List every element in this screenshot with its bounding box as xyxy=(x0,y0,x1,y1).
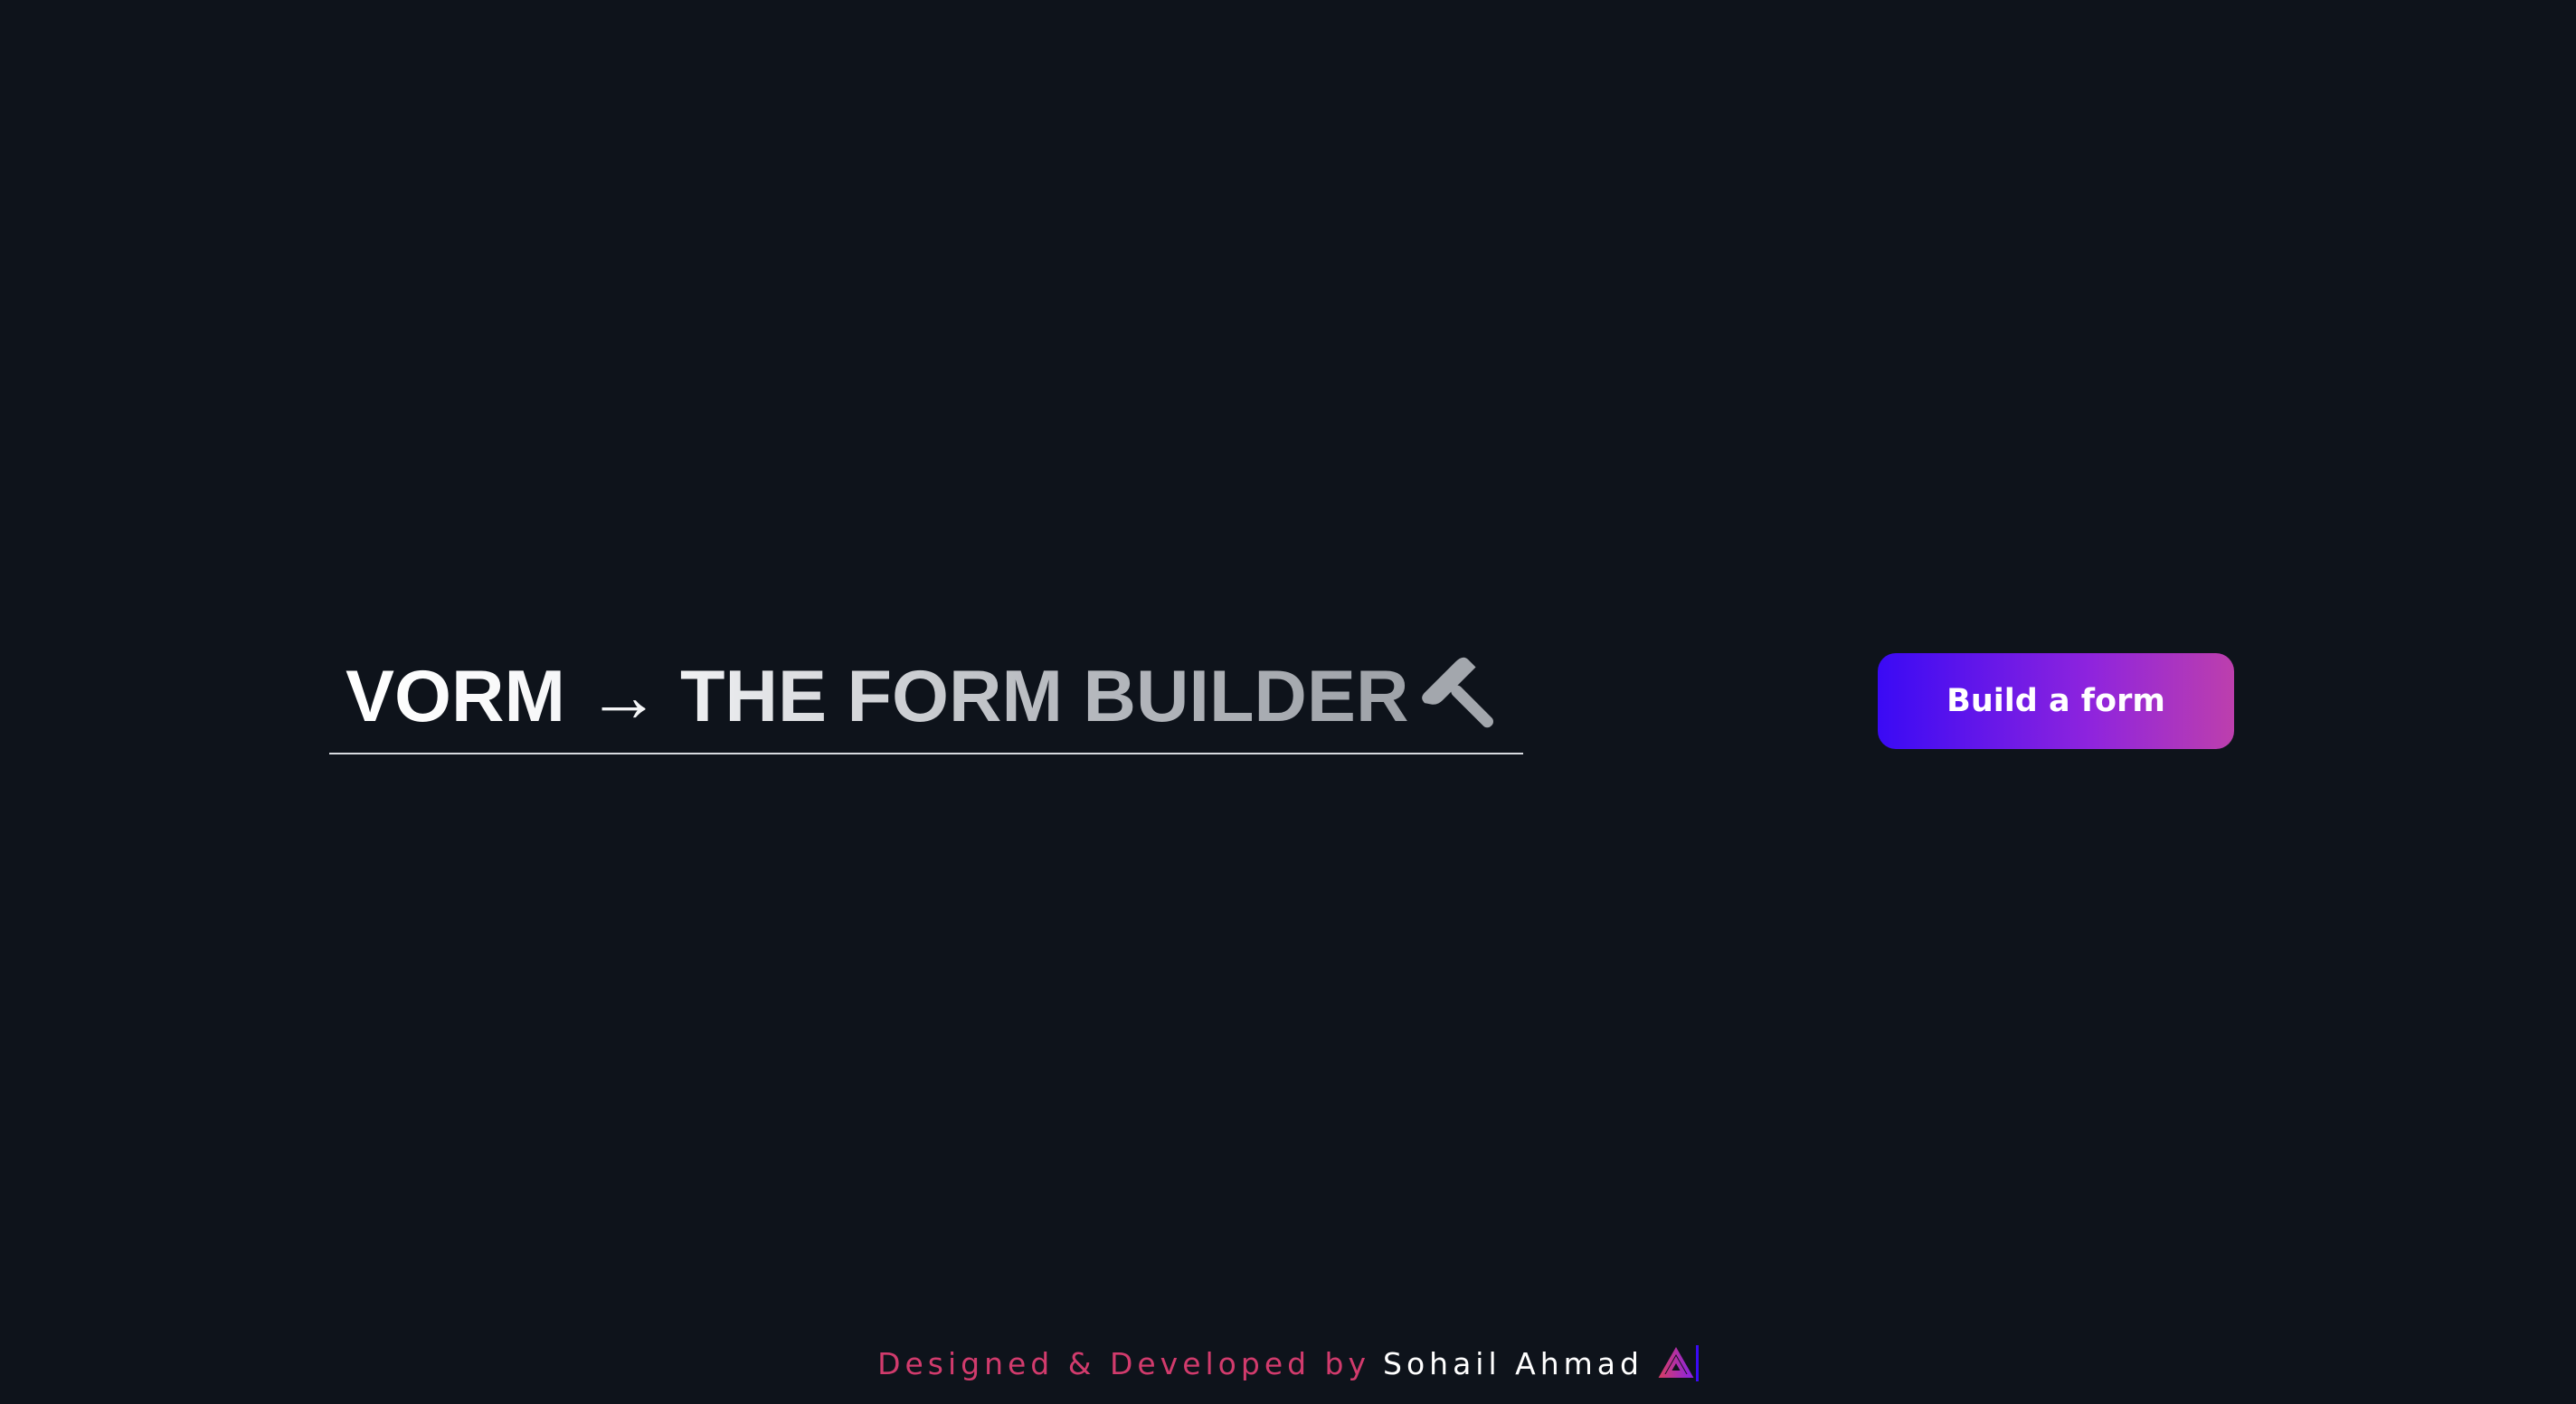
brand-name: VORM xyxy=(346,655,565,737)
credit-text: Designed & Developed by xyxy=(877,1345,1371,1381)
author-logo-icon[interactable] xyxy=(1658,1345,1694,1381)
footer-credit: Designed & Developed by Sohail Ahmad xyxy=(0,1342,2576,1384)
hero-tagline: THE FORM BUILDER xyxy=(680,655,1409,737)
hammer-icon xyxy=(1422,657,1493,728)
arrow-glyph: → xyxy=(587,655,660,737)
author-link[interactable]: Sohail Ahmad xyxy=(1383,1346,1643,1381)
build-form-button[interactable]: Build a form xyxy=(1878,653,2234,749)
hero-title-text: VORM → THE FORM BUILDER xyxy=(346,651,1408,742)
text-cursor xyxy=(1695,1345,1699,1381)
hero-title: VORM → THE FORM BUILDER xyxy=(329,633,1523,754)
